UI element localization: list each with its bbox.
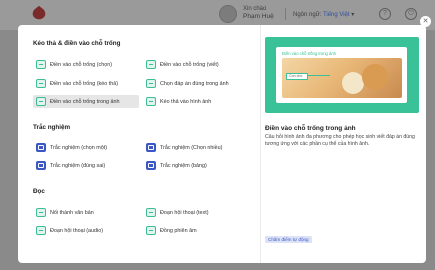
- item-label: Trắc nghiệm (bảng): [160, 162, 207, 169]
- type-dialog-audio[interactable]: Đoạn hội thoại (audio): [33, 224, 139, 237]
- user-greeting: Xin chào Phạm Huệ: [243, 5, 274, 21]
- type-fill-blank-select[interactable]: Điền vào chỗ trống (chọn): [33, 58, 139, 71]
- section-title-drag-fill: Kéo thả & điền vào chỗ trống: [33, 40, 121, 47]
- preview-blank-field: Con chó: [286, 73, 308, 80]
- image-answer-icon: [146, 79, 156, 88]
- power-icon[interactable]: ⏻: [405, 8, 417, 20]
- true-false-icon: [36, 161, 46, 170]
- item-label: Điền vào chỗ trống trong ảnh: [50, 98, 120, 105]
- type-single-choice[interactable]: Trắc nghiệm (chọn một): [33, 141, 139, 154]
- cat-shape: [362, 64, 388, 90]
- join-text-icon: [36, 208, 46, 217]
- preview-description: Câu hỏi hình ảnh đa phương cho phép học …: [265, 134, 415, 147]
- transcription-icon: [146, 226, 156, 235]
- preview-thumbnail: Điền vào chỗ trống trong ảnh Con chó: [265, 37, 419, 113]
- auto-grade-badge: Chấm điểm tự động: [265, 236, 312, 243]
- item-label: Trắc nghiệm (chọn một): [50, 144, 108, 151]
- language-value: Tiếng Việt: [322, 12, 350, 18]
- preview-card: Điền vào chỗ trống trong ảnh Con chó: [276, 47, 407, 103]
- item-label: Đoạn hội thoại (audio): [50, 227, 104, 234]
- dog-shape: [342, 72, 364, 94]
- logo-icon: [32, 5, 46, 20]
- pointer-line: [308, 75, 330, 76]
- greeting-text: Xin chào: [243, 6, 267, 12]
- user-name: Phạm Huệ: [243, 13, 274, 20]
- drag-to-image-icon: [146, 97, 156, 106]
- image-fill-blank-icon: [36, 97, 46, 106]
- question-circle-icon[interactable]: ?: [379, 8, 391, 20]
- type-drag-to-image[interactable]: Kéo thả vào hình ảnh: [143, 95, 253, 108]
- dialog-text-icon: [146, 208, 156, 217]
- preview-heading: Điền vào chỗ trống trong ảnh: [282, 51, 337, 56]
- language-selector[interactable]: Ngôn ngữ: Tiếng Việt ▾: [293, 11, 354, 18]
- avatar[interactable]: [219, 5, 237, 23]
- type-fill-blank-drag[interactable]: Điền vào chỗ trống (kéo thả): [33, 77, 139, 90]
- cat-dog-image: Con chó: [282, 58, 402, 98]
- header-divider: [285, 8, 286, 20]
- fill-blank-write-icon: [146, 60, 156, 69]
- item-label: Điền vào chỗ trống (viết): [160, 61, 219, 68]
- section-title-multiple-choice: Trắc nghiệm: [33, 124, 71, 131]
- preview-title: Điền vào chỗ trống trong ảnh: [265, 125, 356, 132]
- table-choice-icon: [146, 161, 156, 170]
- item-label: Điền vào chỗ trống (kéo thả): [50, 80, 119, 87]
- type-multi-choice[interactable]: Trắc nghiệm (Chọn nhiều): [143, 141, 253, 154]
- type-fill-blank-write[interactable]: Điền vào chỗ trống (viết): [143, 58, 253, 71]
- item-label: Nối thành văn bản: [50, 209, 94, 216]
- type-dialog-text[interactable]: Đoạn hội thoại (text): [143, 206, 253, 219]
- fill-blank-drag-icon: [36, 79, 46, 88]
- type-image-answer[interactable]: Chọn đáp án đúng trong ảnh: [143, 77, 253, 90]
- type-transcription[interactable]: Đồng phiên âm: [143, 224, 253, 237]
- language-label: Ngôn ngữ:: [293, 12, 322, 18]
- question-type-modal: Kéo thả & điền vào chỗ trống Điền vào ch…: [18, 25, 426, 263]
- checkbox-list-icon: [146, 143, 156, 152]
- item-label: Trắc nghiệm (Chọn nhiều): [160, 144, 223, 151]
- item-label: Kéo thả vào hình ảnh: [160, 98, 212, 105]
- section-title-reading: Đọc: [33, 188, 45, 195]
- fill-blank-select-icon: [36, 60, 46, 69]
- item-label: Trắc nghiệm (đúng sai): [50, 162, 106, 169]
- type-true-false[interactable]: Trắc nghiệm (đúng sai): [33, 159, 139, 172]
- chevron-down-icon: ▾: [351, 12, 355, 18]
- type-image-fill-blank[interactable]: Điền vào chỗ trống trong ảnh: [33, 95, 139, 108]
- dialog-audio-icon: [36, 226, 46, 235]
- item-label: Điền vào chỗ trống (chọn): [50, 61, 113, 68]
- type-table-choice[interactable]: Trắc nghiệm (bảng): [143, 159, 253, 172]
- question-type-list: Kéo thả & điền vào chỗ trống Điền vào ch…: [18, 25, 258, 263]
- type-join-text[interactable]: Nối thành văn bản: [33, 206, 139, 219]
- item-label: Đồng phiên âm: [160, 227, 197, 234]
- item-label: Chọn đáp án đúng trong ảnh: [160, 80, 229, 87]
- preview-panel: Điền vào chỗ trống trong ảnh Con chó Điề…: [261, 25, 426, 263]
- item-label: Đoạn hội thoại (text): [160, 209, 209, 216]
- radio-list-icon: [36, 143, 46, 152]
